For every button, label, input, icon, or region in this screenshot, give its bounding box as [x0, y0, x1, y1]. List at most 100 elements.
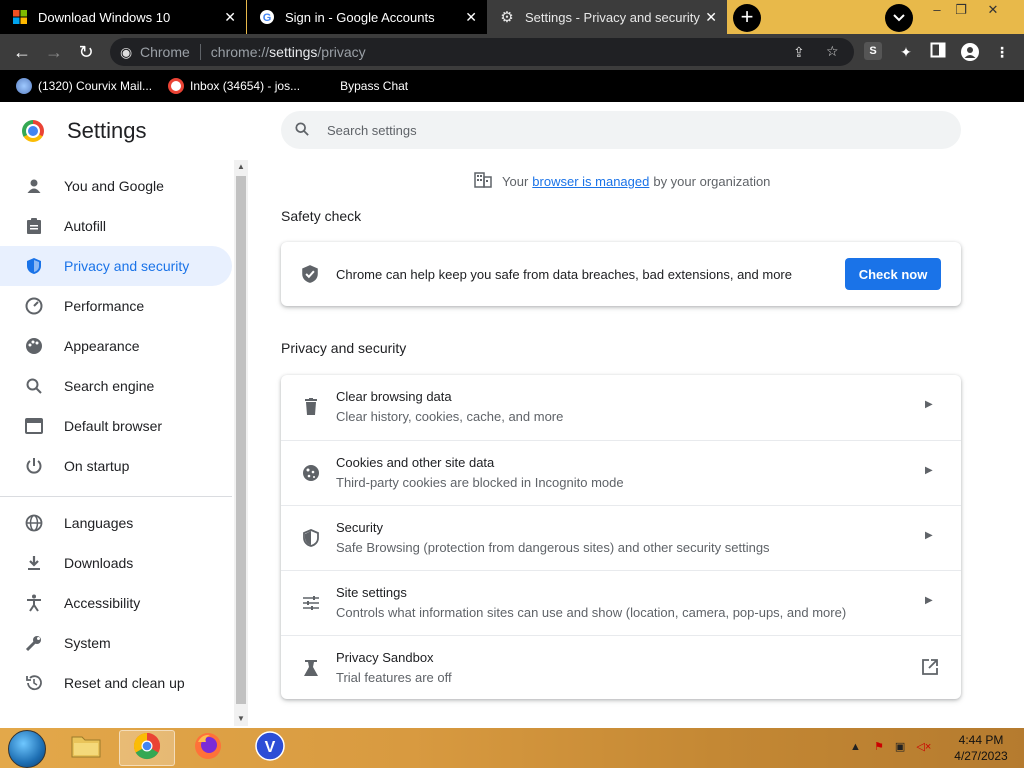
sidebar-scrollbar[interactable]: ▲ ▼ [234, 160, 248, 726]
sidebar-item-label: Autofill [64, 218, 107, 234]
volume-muted-icon[interactable]: ◁× [916, 741, 931, 753]
chrome-logo-icon [22, 120, 44, 142]
firefox-logo-icon [194, 732, 222, 765]
share-icon[interactable]: ⇪ [793, 44, 805, 61]
settings-search-box[interactable]: Search settings [281, 111, 961, 149]
close-tab-icon[interactable]: ✕ [224, 9, 236, 26]
url-scheme: chrome:// [210, 44, 270, 60]
shield-icon [24, 256, 44, 276]
safety-check-heading: Safety check [281, 208, 362, 224]
puzzle-icon[interactable]: ✦ [896, 42, 916, 62]
taskbar-chrome[interactable] [119, 730, 175, 766]
sidebar-item-search-engine[interactable]: Search engine [0, 366, 232, 406]
extension-s-icon[interactable]: S [864, 42, 882, 60]
taskbar-v-app[interactable]: V [242, 730, 298, 766]
tab-download-windows[interactable]: Download Windows 10 ✕ [0, 0, 246, 34]
chevron-right-icon: ▶ [925, 595, 933, 606]
tray-expand-icon[interactable]: ▲ [850, 741, 861, 753]
chrome-logo-icon [133, 732, 161, 765]
sidebar-item-default-browser[interactable]: Default browser [0, 406, 232, 446]
clock-date: 4/27/2023 [954, 749, 1008, 763]
sidebar-item-accessibility[interactable]: Accessibility [0, 583, 232, 623]
browser-icon [24, 416, 44, 436]
sidebar-item-label: On startup [64, 458, 130, 474]
row-cookies[interactable]: Cookies and other site data Third-party … [281, 440, 961, 505]
bookmark-star-icon[interactable]: ☆ [826, 43, 839, 60]
chevron-right-icon: ▶ [925, 399, 933, 410]
row-title: Cookies and other site data [336, 455, 495, 470]
row-security[interactable]: Security Safe Browsing (protection from … [281, 505, 961, 570]
restore-icon [24, 673, 44, 693]
check-now-button[interactable]: Check now [845, 258, 941, 290]
sidebar-item-performance[interactable]: Performance [0, 286, 232, 326]
safety-check-card: Chrome can help keep you safe from data … [281, 242, 961, 306]
system-tray: ▲ ⚑ ▣ ◁× [850, 740, 931, 753]
chevron-right-icon: ▶ [925, 465, 933, 476]
new-tab-button[interactable]: + [733, 4, 761, 32]
row-site-settings[interactable]: Site settings Controls what information … [281, 570, 961, 635]
sidebar-item-label: Languages [64, 515, 134, 531]
search-input[interactable]: Search settings [327, 123, 417, 138]
profile-avatar[interactable] [960, 42, 980, 62]
gear-icon: ⚙ [500, 9, 514, 26]
row-subtitle: Trial features are off [336, 670, 452, 685]
url-path: /privacy [317, 44, 366, 60]
settings-page: Settings You and Google Autofill Privacy… [0, 102, 1024, 728]
row-clear-browsing-data[interactable]: Clear browsing data Clear history, cooki… [281, 375, 961, 440]
sidebar-item-appearance[interactable]: Appearance [0, 326, 232, 366]
row-title: Privacy Sandbox [336, 650, 434, 665]
sidebar-item-downloads[interactable]: Downloads [0, 543, 232, 583]
sidebar-item-autofill[interactable]: Autofill [0, 206, 232, 246]
reload-icon: ↻ [78, 42, 94, 62]
sidebar-item-privacy-and-security[interactable]: Privacy and security [0, 246, 232, 286]
side-panel-icon[interactable] [928, 42, 948, 62]
scroll-down-arrow-icon[interactable]: ▼ [234, 712, 248, 726]
network-icon[interactable]: ▣ [895, 741, 905, 753]
sidebar-item-on-startup[interactable]: On startup [0, 446, 232, 486]
menu-kebab-icon[interactable]: ⋮ [992, 42, 1012, 62]
address-bar[interactable]: ◉ Chrome chrome://settings/privacy ⇪ ☆ [110, 38, 854, 66]
bookmark-courvix[interactable]: (1320) Courvix Mail... [16, 78, 152, 94]
taskbar-firefox[interactable] [180, 730, 236, 766]
bookmark-label: (1320) Courvix Mail... [38, 79, 153, 93]
chevron-right-icon: ▶ [925, 530, 933, 541]
tab-settings[interactable]: ⚙ Settings - Privacy and security ✕ [487, 0, 727, 34]
sidebar-item-reset-and-clean-up[interactable]: Reset and clean up [0, 663, 232, 703]
back-button[interactable]: ← [10, 40, 34, 64]
tab-sign-in[interactable]: G Sign in - Google Accounts ✕ [247, 0, 487, 34]
sidebar-item-you-and-google[interactable]: You and Google [0, 166, 232, 206]
scroll-thumb[interactable] [236, 176, 246, 704]
sidebar-item-label: Search engine [64, 378, 155, 394]
sidebar-item-system[interactable]: System [0, 623, 232, 663]
close-tab-icon[interactable]: ✕ [705, 9, 717, 26]
sidebar-item-label: System [64, 635, 111, 651]
managed-prefix: Your [502, 174, 529, 189]
start-button[interactable] [8, 730, 46, 768]
forward-button[interactable]: → [42, 40, 66, 64]
windows-taskbar: V ▲ ⚑ ▣ ◁× 4:44 PM 4/27/2023 [0, 728, 1024, 768]
restore-button[interactable]: ❐ [946, 2, 976, 18]
taskbar-clock[interactable]: 4:44 PM 4/27/2023 [950, 732, 1012, 764]
sidebar-item-label: Appearance [64, 338, 140, 354]
sidebar-item-label: Reset and clean up [64, 675, 185, 691]
sidebar-item-languages[interactable]: Languages [0, 503, 232, 543]
wrench-icon [24, 633, 44, 653]
bookmark-inbox[interactable]: Inbox (34654) - jos... [168, 78, 300, 94]
cookie-icon [301, 463, 321, 483]
close-tab-icon[interactable]: ✕ [465, 9, 477, 26]
action-center-icon[interactable]: ⚑ [874, 741, 884, 753]
globe-icon [24, 513, 44, 533]
chrome-logo-icon: ◉ [120, 44, 133, 60]
taskbar-file-explorer[interactable] [58, 730, 114, 766]
browser-managed-link[interactable]: browser is managed [532, 174, 649, 189]
scroll-up-arrow-icon[interactable]: ▲ [234, 160, 248, 174]
managed-notice: Your browser is managed by your organiza… [474, 172, 770, 191]
row-privacy-sandbox[interactable]: Privacy Sandbox Trial features are off [281, 635, 961, 700]
download-icon [24, 553, 44, 573]
bookmark-bypass-chat[interactable]: Bypass Chat [340, 79, 408, 93]
tab-search-button[interactable] [885, 4, 913, 32]
row-title: Security [336, 520, 383, 535]
reload-button[interactable]: ↻ [74, 40, 98, 64]
chevron-down-icon [893, 11, 905, 25]
close-window-button[interactable]: ✕ [978, 2, 1008, 18]
